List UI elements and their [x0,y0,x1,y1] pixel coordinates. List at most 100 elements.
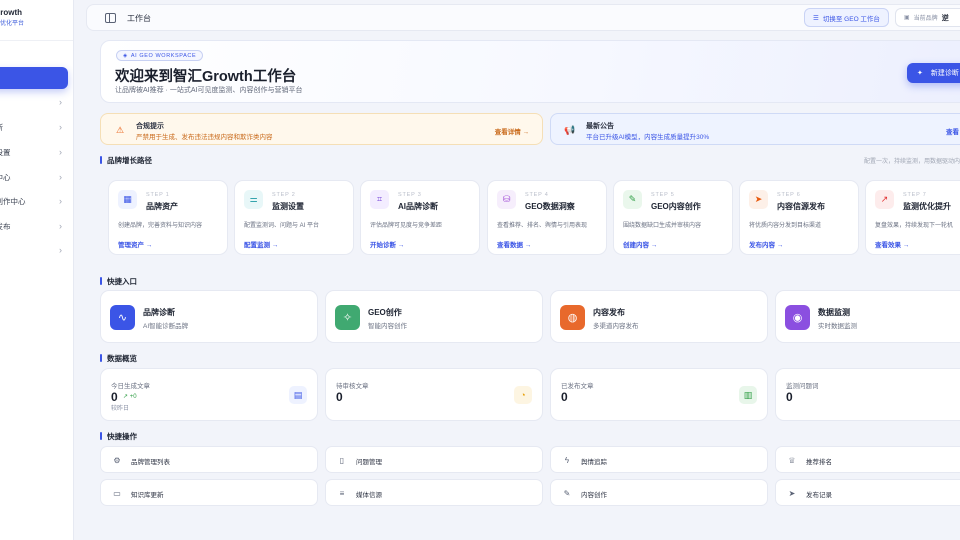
quick-action-button[interactable]: ▭ 知识库更新 [100,479,318,506]
growth-step-card[interactable]: ⛁ STEP 4 GEO数据洞察 查看推荐、排名、舆情与引用表现 查看数据 → [487,180,607,255]
current-brand-selector[interactable]: ▣ 当前品牌 逆 [895,8,960,27]
sidebar-toggle-icon[interactable] [105,13,116,23]
sidebar-item-assets[interactable]: 产› [0,94,62,110]
quick-action-label: 品牌管理列表 [131,459,170,466]
new-diagnosis-label: 新建诊断 [930,70,959,77]
eye-icon: ◉ [785,305,810,330]
sidebar-item-label: 源发布 [0,221,11,231]
gear-icon: ⚙ [113,455,121,465]
step-description: 复盘效果，持续发现下一轮机 [875,223,954,229]
sidebar-divider [0,40,73,41]
workspace-badge: ◈ AI GEO WORKSPACE [116,50,204,61]
send-icon: ➤ [788,488,796,498]
switch-workspace-label: 切换至 GEO 工作台 [822,15,880,23]
step-number: STEP 4 [525,192,549,198]
announcement-view-link[interactable]: 查看 [946,126,959,136]
quick-action-button[interactable]: ➤ 发布记录 [775,479,960,506]
step-action-link[interactable]: 创建内容 → [623,239,657,249]
sidebar-item-diagnosis[interactable]: 诊断 › [0,119,62,135]
quick-entry-card[interactable]: ∿ 品牌诊断 AI智能诊断品牌 [100,290,318,343]
sidebar-item-content-center[interactable]: 容创作中心 › [0,193,62,209]
stat-card: 监测问题词 0 ? [775,368,960,421]
step-number: STEP 6 [777,192,801,198]
sparkle-icon: ✦ [917,70,923,77]
section-title-quick-entry: 快捷入口 [100,276,137,287]
published-icon: ▥ [739,386,757,404]
compliance-details-link[interactable]: 查看详情 → [495,126,529,136]
quick-action-button[interactable]: ≡ 媒体信源 [325,479,543,506]
step-title: GEO内容创作 [651,202,701,211]
send-icon: ➤ [749,190,768,209]
filter-icon: ≡ [339,488,345,498]
growth-step-card[interactable]: ▦ STEP 1 品牌资产 创建品牌，完善资料与知识内容 管理资产 → [108,180,228,255]
quick-action-label: 知识库更新 [131,492,164,499]
step-action-link[interactable]: 发布内容 → [749,239,783,249]
step-description: 配置监测词、问题与 AI 平台 [244,223,320,229]
stat-label: 监测问题词 [786,383,819,390]
welcome-banner: ◈ AI GEO WORKSPACE 欢迎来到智汇Growth工作台 让品牌被A… [100,40,960,103]
chevron-right-icon: › [59,122,62,132]
stat-label: 今日生成文章 [111,383,150,390]
step-number: STEP 7 [903,192,927,198]
growth-step-card[interactable]: ✎ STEP 5 GEO内容创作 围绕数据缺口生成并审核内容 创建内容 → [613,180,733,255]
growth-step-card[interactable]: ↗ STEP 7 监测优化提升 复盘效果，持续发现下一轮机 查看效果 → [865,180,960,255]
section-title-data-overview: 数据概览 [100,353,137,364]
sidebar-item-dashboard[interactable] [0,67,68,89]
step-number: STEP 2 [272,192,296,198]
quick-entry-subtitle: 实时数据监测 [818,323,857,330]
step-number: STEP 1 [146,192,170,198]
growth-step-card[interactable]: ⚌ STEP 2 监测设置 配置监测词、问题与 AI 平台 配置监测 → [234,180,354,255]
workspace-badge-label: AI GEO WORKSPACE [130,52,197,59]
quick-entry-card[interactable]: ✧ GEO创作 智能内容创作 [325,290,543,343]
step-action-link[interactable]: 配置监测 → [244,239,278,249]
stat-label: 待审核文章 [336,383,369,390]
step-action-link[interactable]: 管理资产 → [118,239,152,249]
pen-icon: ✎ [623,190,642,209]
chevron-right-icon: › [59,172,62,182]
trophy-icon: ♕ [788,455,796,465]
switch-workspace-button[interactable]: ☰ 切换至 GEO 工作台 [804,8,889,27]
brand-logo[interactable]: Growth 精优化平台 [0,8,24,27]
quick-entry-title: 内容发布 [593,308,625,317]
sidebar-item-label: 诊断 [0,122,3,133]
stat-note: 较昨日 [111,406,130,412]
quick-action-button[interactable]: ⚙ 品牌管理列表 [100,446,318,473]
step-title: GEO数据洞察 [525,202,575,211]
chevron-right-icon: › [59,245,62,255]
globe-icon: ◍ [560,305,585,330]
top-bar: 工作台 ☰ 切换至 GEO 工作台 ▣ 当前品牌 逆 [86,4,960,31]
announcement-title: 最新公告 [586,123,614,130]
quick-action-button[interactable]: ✎ 内容创作 [550,479,768,506]
growth-step-card[interactable]: ⌗ STEP 3 AI品牌诊断 评估品牌可见度与竞争差距 开始诊断 → [360,180,480,255]
stat-value: 0 [561,390,568,404]
stat-value: 0 [786,390,793,404]
growth-step-card[interactable]: ➤ STEP 6 内容信源发布 将优质内容分发到目标渠道 发布内容 → [739,180,859,255]
quick-action-button[interactable]: ▯ 问题管理 [325,446,543,473]
wand-icon: ✧ [335,305,360,330]
quick-action-button[interactable]: ϟ 舆情追踪 [550,446,768,473]
quick-entry-card[interactable]: ◍ 内容发布 多渠道内容发布 [550,290,768,343]
quick-action-button[interactable]: ♕ 推荐排名 [775,446,960,473]
sidebar-item-source-publish[interactable]: 源发布 › [0,218,62,234]
chevron-right-icon: › [59,221,62,231]
step-description: 将优质内容分发到目标渠道 [749,223,822,229]
section-title-quick-actions: 快捷操作 [100,431,137,442]
sidebar-item-data-center[interactable]: 据中心 › [0,169,62,185]
pulse-icon: ∿ [110,305,135,330]
building-icon: ▦ [118,190,137,209]
growth-path-hint: 配置一次，持续监测，用数据驱动内 [864,159,960,165]
step-action-link[interactable]: 查看数据 → [497,239,531,249]
step-action-link[interactable]: 开始诊断 → [370,239,404,249]
new-diagnosis-button[interactable]: ✦ 新建诊断 [907,63,960,83]
sidebar-item-management[interactable]: 理› [0,242,62,258]
quick-action-label: 内容创作 [581,492,607,499]
chevron-right-icon: › [59,147,62,157]
step-title: 监测优化提升 [903,202,951,211]
book-icon: ▭ [113,488,121,498]
step-action-link[interactable]: 查看效果 → [875,239,909,249]
bolt-icon: ϟ [564,455,570,465]
stat-value: 0 [111,390,118,404]
current-brand-label: 当前品牌 [913,16,938,22]
quick-entry-card[interactable]: ◉ 数据监测 实时数据监测 [775,290,960,343]
sidebar-item-monitor-settings[interactable]: 测设置 › [0,144,62,160]
